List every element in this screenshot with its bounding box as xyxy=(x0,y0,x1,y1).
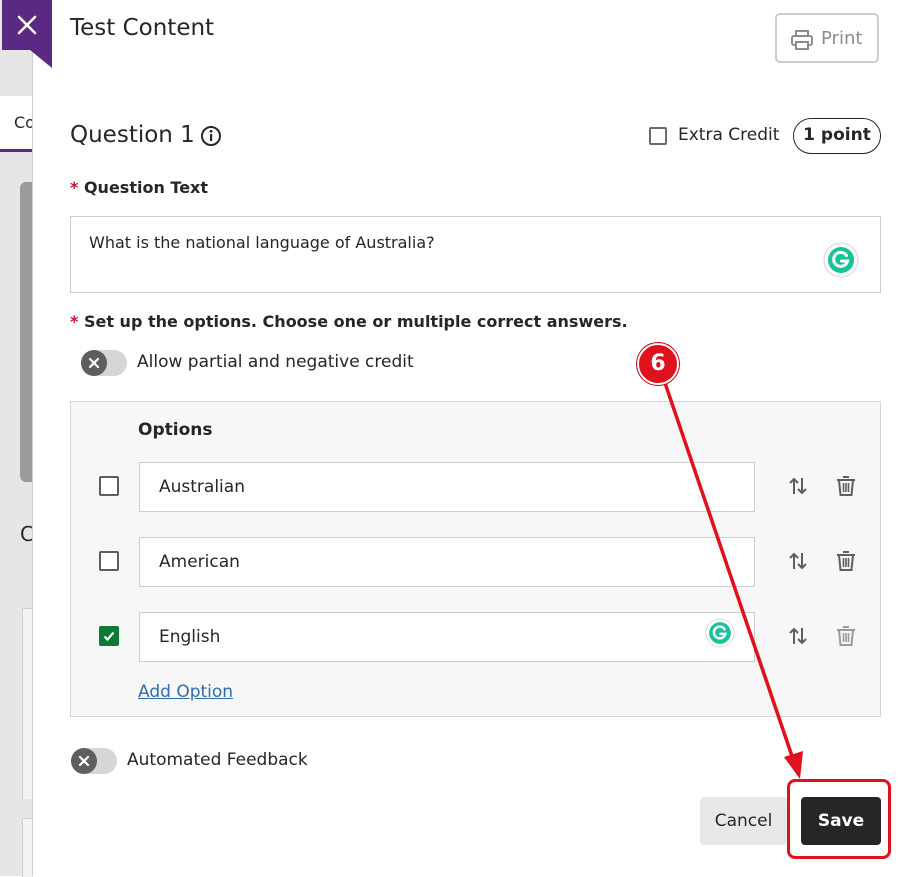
option-input[interactable]: American xyxy=(139,537,755,587)
trash-icon[interactable] xyxy=(836,625,856,647)
required-asterisk: * xyxy=(70,312,79,331)
reorder-icon[interactable] xyxy=(788,476,808,496)
step-number-badge: 6 xyxy=(637,343,679,385)
points-button[interactable]: 1 point xyxy=(793,118,881,154)
option-correct-checkbox[interactable] xyxy=(99,626,119,646)
checkmark-icon xyxy=(103,631,115,642)
extra-credit-checkbox[interactable] xyxy=(649,127,667,145)
trash-icon[interactable] xyxy=(836,475,856,497)
reorder-icon[interactable] xyxy=(788,626,808,646)
option-input[interactable]: English xyxy=(139,612,755,662)
background-tab-label: Co xyxy=(14,113,32,132)
info-icon[interactable] xyxy=(200,125,222,147)
automated-feedback-toggle[interactable] xyxy=(71,748,117,774)
reorder-icon[interactable] xyxy=(788,551,808,571)
option-correct-checkbox[interactable] xyxy=(99,476,119,496)
x-icon xyxy=(78,755,90,767)
print-label: Print xyxy=(821,28,863,49)
option-label: Australian xyxy=(159,477,245,497)
options-heading: Options xyxy=(138,420,213,440)
printer-icon xyxy=(791,30,813,50)
question-text-value: What is the national language of Austral… xyxy=(89,233,435,252)
close-button-notch xyxy=(30,50,52,68)
option-input[interactable]: Australian xyxy=(139,462,755,512)
question-text-editor[interactable] xyxy=(70,216,881,293)
cancel-button[interactable]: Cancel xyxy=(700,797,787,845)
partial-credit-label: Allow partial and negative credit xyxy=(137,352,414,372)
add-option-link[interactable]: Add Option xyxy=(138,682,233,702)
background-heading: C xyxy=(20,522,32,546)
print-button[interactable]: Print xyxy=(775,13,879,63)
required-asterisk: * xyxy=(70,178,79,197)
close-button[interactable] xyxy=(2,0,52,50)
automated-feedback-label: Automated Feedback xyxy=(127,750,308,770)
question-title: Question 1 xyxy=(70,122,195,148)
extra-credit-label: Extra Credit xyxy=(678,125,780,145)
trash-icon[interactable] xyxy=(836,550,856,572)
panel-title: Test Content xyxy=(70,15,215,41)
save-highlight-box xyxy=(787,779,891,859)
option-label: American xyxy=(159,552,240,572)
options-setup-label: * Set up the options. Choose one or mult… xyxy=(70,312,628,331)
option-correct-checkbox[interactable] xyxy=(99,551,119,571)
x-icon xyxy=(88,357,100,369)
background-image-card xyxy=(20,182,32,482)
option-label: English xyxy=(159,627,221,647)
close-icon xyxy=(17,15,37,35)
grammarly-icon[interactable] xyxy=(705,618,735,648)
grammarly-icon[interactable] xyxy=(823,242,859,278)
question-text-label: * Question Text xyxy=(70,178,209,197)
partial-credit-toggle[interactable] xyxy=(81,350,127,376)
